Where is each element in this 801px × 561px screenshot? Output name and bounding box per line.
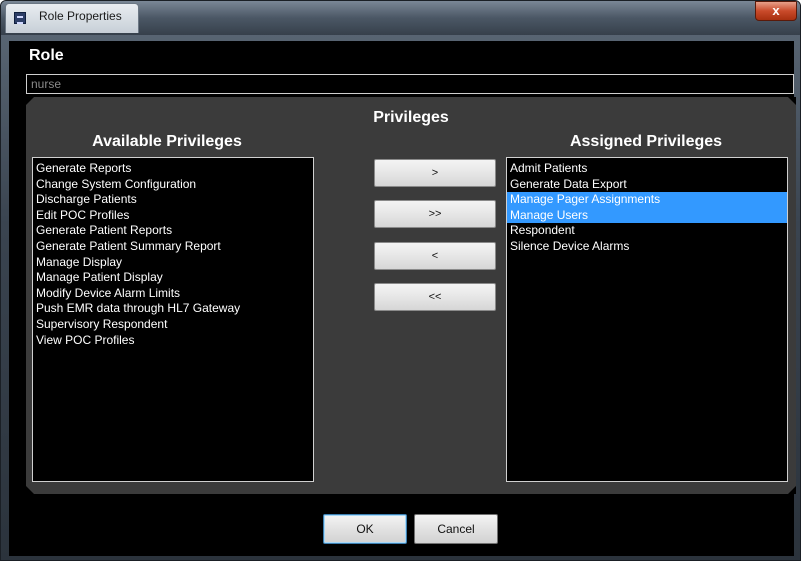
role-label: Role — [29, 47, 64, 64]
app-icon — [14, 12, 26, 24]
panel-corner — [26, 97, 34, 105]
privilege-list-item[interactable]: View POC Profiles — [33, 333, 313, 349]
assigned-privileges-title: Assigned Privileges — [569, 133, 723, 150]
privilege-list-item[interactable]: Manage Patient Display — [33, 270, 313, 286]
privilege-list-item[interactable]: Generate Patient Reports — [33, 223, 313, 239]
privilege-list-item[interactable]: Admit Patients — [507, 161, 787, 177]
add-privilege-button[interactable]: > — [374, 159, 496, 187]
assigned-privileges-list[interactable]: Admit Patients Generate Data Export Manage… — [506, 157, 788, 482]
dialog-content: Role nurse Privileges Available Privileg… — [9, 41, 796, 556]
privileges-panel: Privileges Available Privileges Assigned… — [26, 97, 796, 494]
window-title: Role Properties — [39, 9, 122, 23]
remove-all-privileges-button[interactable]: << — [374, 283, 496, 311]
privilege-list-item[interactable]: Manage Users — [507, 207, 787, 224]
ok-button[interactable]: OK — [323, 514, 407, 544]
privilege-list-item[interactable]: Manage Pager Assignments — [507, 192, 787, 208]
available-privileges-list[interactable]: Generate Reports Change System Configurat… — [32, 157, 314, 482]
role-properties-window: Role Properties x Role nurse Privileges … — [0, 0, 801, 561]
remove-privilege-button[interactable]: < — [374, 242, 496, 270]
panel-corner — [788, 97, 796, 105]
add-all-privileges-button[interactable]: >> — [374, 200, 496, 228]
privilege-list-item[interactable]: Change System Configuration — [33, 177, 313, 193]
privilege-list-item[interactable]: Supervisory Respondent — [33, 317, 313, 333]
privilege-list-item[interactable]: Push EMR data through HL7 Gateway — [33, 301, 313, 317]
privilege-list-item[interactable]: Generate Patient Summary Report — [33, 239, 313, 255]
privilege-list-item[interactable]: Generate Data Export — [507, 177, 787, 193]
cancel-button[interactable]: Cancel — [414, 514, 498, 544]
privilege-list-item[interactable]: Respondent — [507, 223, 787, 239]
role-name-input[interactable]: nurse — [26, 74, 794, 94]
privilege-list-item[interactable]: Edit POC Profiles — [33, 208, 313, 224]
privilege-list-item[interactable]: Modify Device Alarm Limits — [33, 286, 313, 302]
privilege-list-item[interactable]: Generate Reports — [33, 161, 313, 177]
privileges-title: Privileges — [373, 109, 449, 126]
privilege-list-item[interactable]: Manage Display — [33, 255, 313, 271]
title-bar[interactable]: Role Properties x — [1, 1, 800, 35]
privilege-list-item[interactable]: Discharge Patients — [33, 192, 313, 208]
panel-corner — [26, 486, 34, 494]
available-privileges-title: Available Privileges — [92, 133, 242, 150]
close-button[interactable]: x — [755, 1, 797, 21]
privilege-list-item[interactable]: Silence Device Alarms — [507, 239, 787, 255]
panel-corner — [788, 486, 796, 494]
